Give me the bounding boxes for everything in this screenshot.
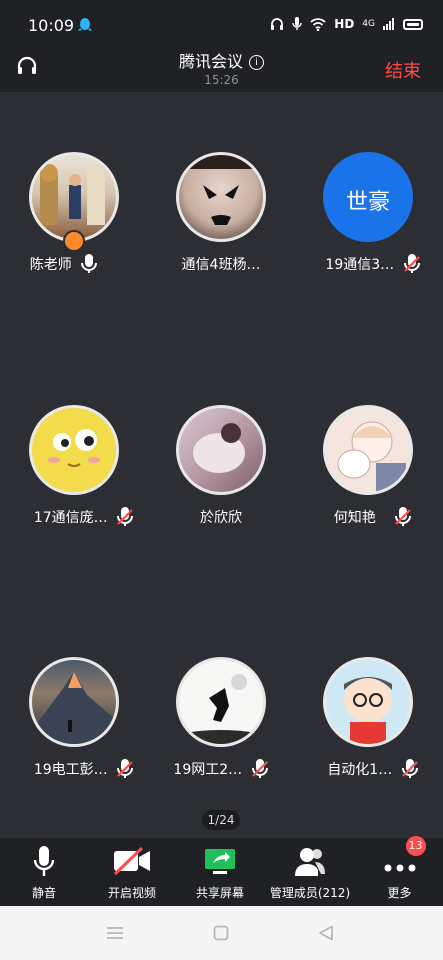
participant-tile[interactable]: 自动化1… — [294, 657, 442, 797]
page-indicator: 1/24 — [202, 810, 240, 830]
avatar — [176, 657, 266, 747]
mic-muted-icon — [251, 759, 268, 778]
manage-members-button[interactable]: 管理成员(212) — [264, 838, 356, 906]
headset-icon — [271, 18, 284, 30]
participant-tile[interactable]: 17通信庞… — [0, 405, 148, 545]
avatar — [29, 405, 119, 495]
mic-on-icon — [81, 254, 98, 273]
participant-name: 19电工彭… — [33, 762, 108, 778]
mic-muted-icon — [117, 759, 134, 778]
participant-grid: 陈老师 通信4班杨… 世豪 19通信3… 17通信庞… 於欣欣 何知艳 19电工… — [0, 92, 443, 838]
battery-icon — [403, 18, 423, 30]
participant-tile[interactable]: 陈老师 — [0, 152, 148, 292]
avatar — [176, 405, 266, 495]
manage-members-label: 管理成员(212) — [269, 886, 351, 900]
share-screen-label: 共享屏幕 — [195, 886, 244, 900]
qq-icon — [78, 18, 92, 31]
status-indicators: HD 4G — [270, 17, 423, 31]
signal-icon — [383, 18, 394, 30]
system-nav-bar — [0, 906, 443, 960]
share-screen-button[interactable]: 共享屏幕 — [176, 838, 264, 906]
avatar — [323, 657, 413, 747]
participant-name: 19网工2… — [173, 762, 243, 778]
home-icon[interactable] — [213, 925, 229, 941]
participant-tile[interactable]: 19电工彭… — [0, 657, 148, 797]
network-label: 4G — [362, 19, 375, 29]
status-time: 10:09 — [28, 16, 75, 35]
hd-label: HD — [334, 17, 355, 31]
meeting-header: 腾讯会议 i 15:26 结束 — [0, 40, 443, 92]
info-icon[interactable]: i — [249, 55, 264, 70]
participant-name: 19通信3… — [325, 257, 395, 273]
mic-muted-icon — [403, 254, 420, 273]
mic-icon — [292, 17, 302, 30]
participant-tile[interactable]: 於欣欣 — [147, 405, 295, 545]
participant-tile[interactable]: 19网工2… — [147, 657, 295, 797]
end-meeting-button[interactable]: 结束 — [385, 57, 421, 83]
participant-name: 何知艳 — [333, 510, 376, 526]
participant-name: 通信4班杨… — [181, 257, 261, 273]
meeting-title-text: 腾讯会议 — [178, 52, 243, 71]
participant-tile[interactable]: 何知艳 — [294, 405, 442, 545]
participant-name: 17通信庞… — [33, 510, 108, 526]
avatar-initials: 世豪 — [345, 190, 390, 215]
status-bar: 10:09 HD 4G — [0, 0, 443, 40]
meeting-duration: 15:26 — [204, 73, 239, 87]
mic-muted-icon — [401, 759, 418, 778]
video-off-icon — [113, 846, 150, 876]
microphone-icon — [33, 846, 55, 876]
meeting-title[interactable]: 腾讯会议 i — [0, 48, 443, 72]
start-video-label: 开启视频 — [107, 886, 156, 900]
mute-label: 静音 — [31, 886, 56, 900]
avatar — [29, 657, 119, 747]
avatar — [29, 152, 119, 242]
mic-muted-icon — [117, 507, 134, 526]
avatar: 世豪 — [323, 152, 413, 242]
share-screen-icon — [205, 849, 235, 874]
back-icon[interactable] — [318, 925, 334, 941]
meeting-toolbar: 静音 开启视频 共享屏幕 管理成员(212) 13 更多 — [0, 836, 443, 906]
host-badge-icon — [63, 230, 85, 252]
mic-muted-icon — [395, 507, 412, 526]
participant-name: 於欣欣 — [200, 510, 242, 526]
more-badge: 13 — [405, 836, 426, 856]
more-label: 更多 — [387, 886, 412, 900]
start-video-button[interactable]: 开启视频 — [88, 838, 176, 906]
more-button[interactable]: 13 更多 — [356, 836, 443, 906]
participant-tile[interactable]: 通信4班杨… — [147, 152, 295, 292]
avatar — [323, 405, 413, 495]
wifi-icon — [310, 17, 326, 31]
members-icon — [295, 848, 325, 876]
participant-name: 陈老师 — [29, 257, 72, 273]
mute-button[interactable]: 静音 — [0, 838, 88, 906]
menu-icon[interactable] — [106, 926, 124, 940]
avatar — [176, 152, 266, 242]
participant-name: 自动化1… — [327, 762, 393, 778]
participant-tile[interactable]: 世豪 19通信3… — [294, 152, 442, 292]
